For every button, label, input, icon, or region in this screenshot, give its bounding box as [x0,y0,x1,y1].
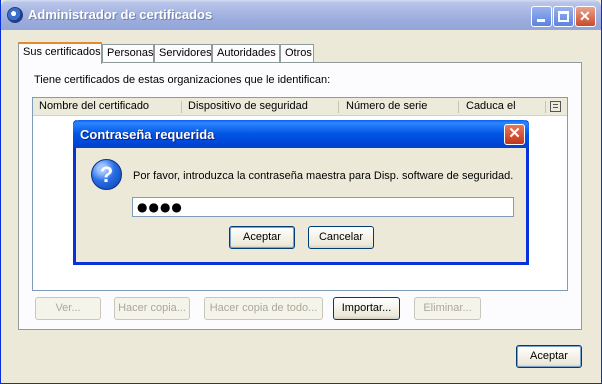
tab-others[interactable]: Otros [280,44,314,63]
maximize-button[interactable] [553,6,574,27]
backup-button[interactable]: Hacer copia... [114,297,190,320]
title-bar: Administrador de certificados ✕ [1,0,601,30]
column-separator[interactable] [181,101,182,113]
dialog-close-button[interactable]: ✕ [504,124,525,145]
dialog-ok-button[interactable]: Aceptar [229,226,295,249]
column-separator[interactable] [458,101,459,113]
dialog-message: Por favor, introduzca la contraseña maes… [133,170,514,182]
app-icon [7,7,23,23]
column-picker-icon[interactable] [550,101,561,112]
password-dialog: Contraseña requerida ✕ ? Por favor, intr… [73,120,529,265]
column-separator[interactable] [545,101,546,113]
tab-servers[interactable]: Servidores [154,44,212,63]
list-header: Nombre del certificado Dispositivo de se… [33,98,567,116]
tab-authorities[interactable]: Autoridades [212,44,280,63]
column-expires[interactable]: Caduca el [466,100,516,112]
column-serial-number[interactable]: Número de serie [346,100,427,112]
close-icon: ✕ [579,8,591,24]
delete-button[interactable]: Eliminar... [414,297,481,320]
close-button[interactable]: ✕ [575,6,596,27]
question-icon: ? [91,159,122,190]
column-certificate-name[interactable]: Nombre del certificado [39,100,149,112]
column-security-device[interactable]: Dispositivo de seguridad [188,100,308,112]
maximize-icon [558,11,569,22]
dialog-cancel-button[interactable]: Cancelar [308,226,374,249]
tab-your-certificates[interactable]: Sus certificados [18,42,102,64]
window-title: Administrador de certificados [28,7,213,22]
minimize-button[interactable] [531,6,552,27]
minimize-icon [537,19,545,22]
import-button[interactable]: Importar... [333,297,400,320]
backup-all-button[interactable]: Hacer copia de todo... [204,297,323,320]
ok-button[interactable]: Aceptar [516,345,582,368]
column-separator[interactable] [338,101,339,113]
close-icon: ✕ [508,125,521,142]
dialog-title: Contraseña requerida [80,127,215,142]
panel-description: Tiene certificados de estas organizacion… [34,74,331,86]
tab-people[interactable]: Personas [102,44,154,63]
view-button[interactable]: Ver... [35,297,101,320]
dialog-title-bar: Contraseña requerida ✕ [73,120,529,148]
password-input[interactable]: ●●●● [132,197,514,217]
